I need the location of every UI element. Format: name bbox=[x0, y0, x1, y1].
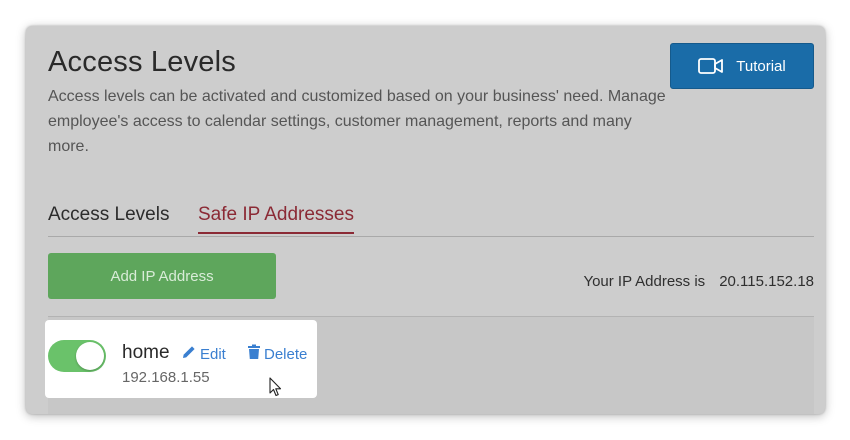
pencil-icon bbox=[181, 344, 197, 364]
toggle-knob bbox=[76, 342, 104, 370]
tab-safe-ip-addresses[interactable]: Safe IP Addresses bbox=[198, 204, 354, 234]
your-ip-info: Your IP Address is 20.115.152.18 bbox=[583, 273, 814, 290]
delete-label: Delete bbox=[264, 345, 308, 363]
trash-icon bbox=[247, 344, 261, 364]
tutorial-label: Tutorial bbox=[736, 57, 786, 75]
ip-name: home bbox=[122, 342, 170, 363]
video-camera-icon bbox=[698, 57, 724, 75]
your-ip-label: Your IP Address is bbox=[583, 273, 706, 290]
page-title: Access Levels bbox=[48, 46, 236, 78]
edit-label: Edit bbox=[200, 345, 226, 363]
mouse-pointer-icon bbox=[269, 377, 283, 402]
delete-link[interactable]: Delete bbox=[247, 344, 307, 364]
access-levels-window: Access Levels Access levels can be activ… bbox=[26, 26, 825, 414]
tab-access-levels[interactable]: Access Levels bbox=[48, 204, 169, 232]
page-description: Access levels can be activated and custo… bbox=[48, 88, 666, 155]
ip-enabled-toggle[interactable] bbox=[48, 340, 106, 372]
tutorial-button[interactable]: Tutorial bbox=[670, 43, 814, 89]
ip-address: 192.168.1.55 bbox=[122, 369, 210, 386]
your-ip-value: 20.115.152.18 bbox=[719, 273, 814, 290]
edit-link[interactable]: Edit bbox=[181, 344, 226, 364]
tab-bar: Access Levels Safe IP Addresses bbox=[48, 202, 814, 237]
add-ip-address-button[interactable]: Add IP Address bbox=[48, 253, 276, 299]
